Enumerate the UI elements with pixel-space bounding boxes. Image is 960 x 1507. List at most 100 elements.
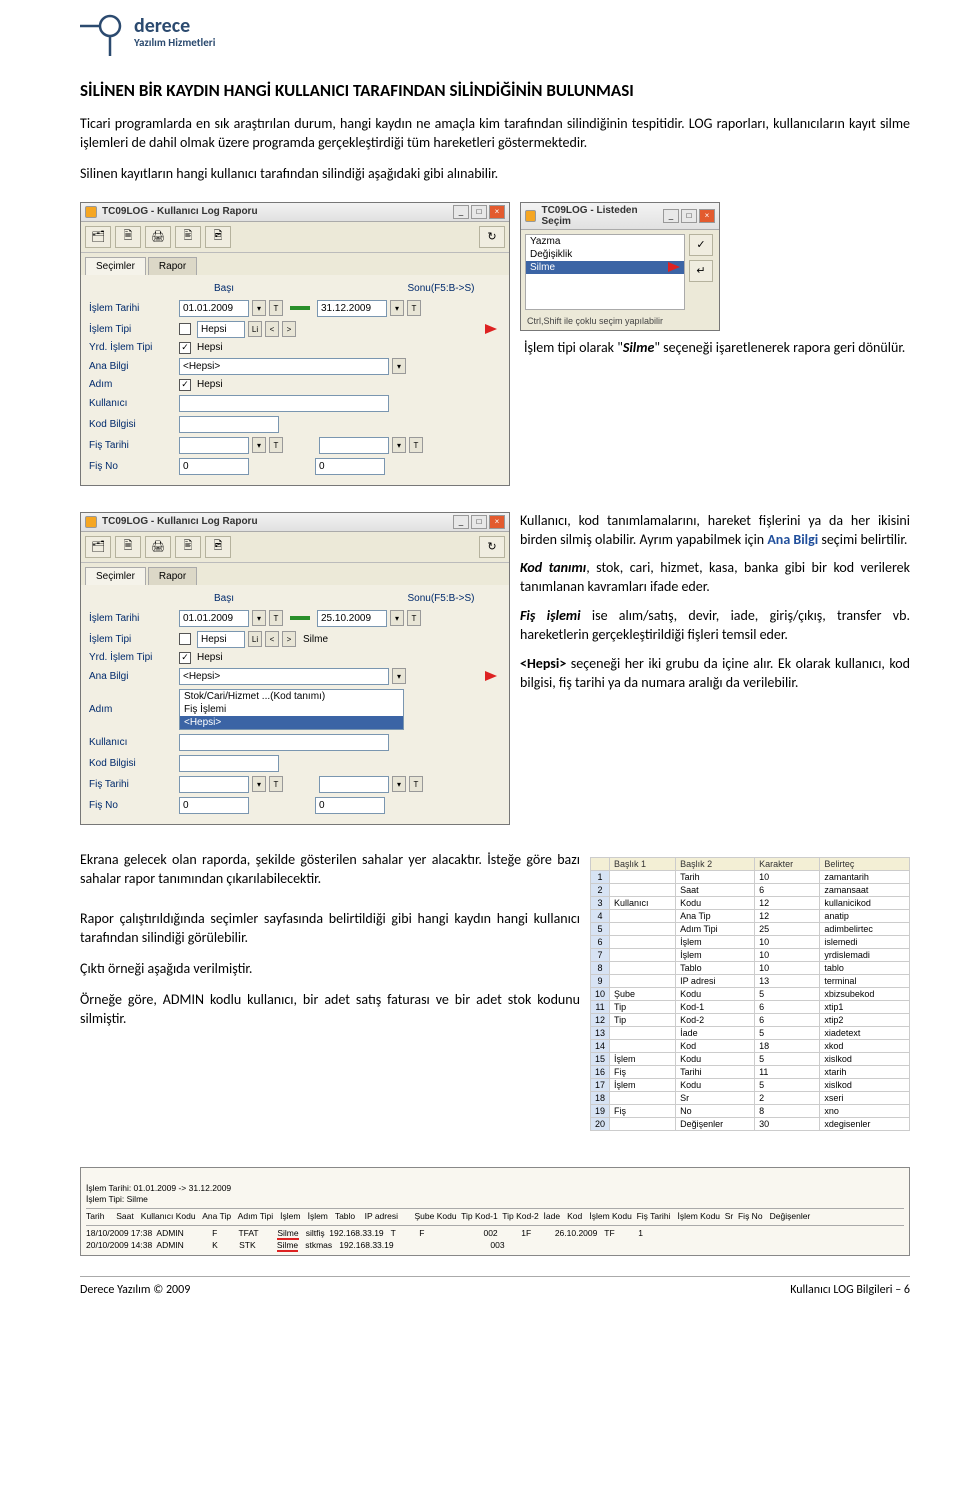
page-footer: Derece Yazılım © 2009 Kullanıcı LOG Bilg…	[80, 1276, 910, 1297]
maximize-button[interactable]: □	[681, 209, 697, 223]
chk-adim[interactable]	[179, 379, 191, 391]
dropdown-open-anabilgi[interactable]: Stok/Cari/Hizmet ...(Kod tanımı) Fiş İşl…	[179, 689, 404, 730]
page-title: SİLİNEN BİR KAYDIN HANGİ KULLANICI TARAF…	[80, 80, 910, 101]
screenshot-listeden-secim: TC09LOG - Listeden Seçim _ □ × Yazma Değ…	[520, 202, 720, 331]
para-6: Örneğe göre, ADMIN kodlu kullanıcı, bir …	[80, 991, 580, 1029]
label-adim: Adım	[89, 379, 173, 390]
brand-title: derece	[134, 15, 215, 37]
table-row: 2Saat6zamansaat	[591, 883, 910, 896]
close-button[interactable]: ×	[489, 205, 505, 219]
left-text-block: Ekrana gelecek olan raporda, şekilde gös…	[80, 851, 580, 1041]
chk-islem-tipi[interactable]	[179, 323, 191, 335]
window-title: TC09LOG - Kullanıcı Log Raporu	[102, 206, 258, 217]
toolbar-btn-4[interactable]: 🖹	[175, 226, 201, 248]
tab-rapor[interactable]: Rapor	[148, 257, 197, 275]
input-date-end[interactable]: 31.12.2009	[317, 300, 387, 317]
para-4: Rapor çalıştırıldığında seçimler sayfası…	[80, 910, 580, 948]
table-row: 18Sr2xseri	[591, 1091, 910, 1104]
hint-text: Ctrl,Shift ile çoklu seçim yapılabilir	[521, 314, 719, 330]
logo-icon	[80, 8, 128, 56]
confirm-button[interactable]: ✓	[689, 234, 713, 256]
btn-islem-tipi-nav2[interactable]: >	[282, 321, 296, 337]
footer-right: Kullanıcı LOG Bilgileri – 6	[790, 1283, 910, 1297]
table-row: 20Değişenler30xdegisenler	[591, 1117, 910, 1130]
close-button[interactable]: ×	[699, 209, 715, 223]
label-islem-tarihi: İşlem Tarihi	[89, 303, 173, 314]
minimize-button[interactable]: _	[453, 205, 469, 219]
label-ana-bilgi: Ana Bilgi	[89, 361, 173, 372]
col-header-basi: Başı	[179, 281, 269, 296]
minimize-button[interactable]: _	[663, 209, 679, 223]
para-intro-1: Ticari programlarda en sık araştırılan d…	[80, 115, 910, 153]
toolbar-btn-2[interactable]: 🗎	[115, 226, 141, 248]
input-fis-tarihi-b[interactable]	[319, 437, 389, 454]
table-row: 8Tablo10tablo	[591, 961, 910, 974]
label-islem-tipi: İşlem Tipi	[89, 324, 173, 335]
label-kod-bilgisi: Kod Bilgisi	[89, 419, 173, 430]
table-row: 7İşlem10yrdislemadi	[591, 948, 910, 961]
table-row: 1Tarih10zamantarih	[591, 870, 910, 883]
app-icon	[525, 210, 536, 222]
screenshot-log-report-2: TC09LOG - Kullanıcı Log Raporu _ □ × 🗂 🗎…	[80, 512, 510, 825]
input-date-start[interactable]: 01.01.2009	[179, 300, 249, 317]
table-header	[591, 857, 610, 870]
label-fis-tarihi: Fiş Tarihi	[89, 440, 173, 451]
date-btn-1[interactable]: ▾	[252, 300, 266, 316]
chk-yrd[interactable]	[179, 342, 191, 354]
logo-text: derece Yazılım Hizmetleri	[134, 15, 215, 49]
input-islem-tipi[interactable]: Hepsi	[197, 321, 245, 338]
para-3: Ekrana gelecek olan raporda, şekilde gös…	[80, 851, 580, 889]
report-fields-table: Başlık 1Başlık 2KarakterBelirteç 1Tarih1…	[590, 851, 910, 1141]
date-btn-3[interactable]: ▾	[390, 300, 404, 316]
toolbar-btn-5[interactable]: 🖻	[205, 226, 231, 248]
input-fisno-b[interactable]: 0	[315, 458, 385, 475]
app-icon	[85, 206, 97, 218]
label-kullanici: Kullanıcı	[89, 398, 173, 409]
toolbar-btn-1[interactable]: 🗂	[85, 226, 111, 248]
brand-subtitle: Yazılım Hizmetleri	[134, 37, 215, 49]
table-header: Başlık 2	[676, 857, 755, 870]
selection-list[interactable]: Yazma Değişiklik Silme	[525, 234, 685, 310]
table-row: 3KullanıcıKodu12kullanicikod	[591, 896, 910, 909]
input-fisno-a[interactable]: 0	[179, 458, 249, 475]
table-header: Belirteç	[820, 857, 910, 870]
label-yrd-islem-tipi: Yrd. İşlem Tipi	[89, 342, 173, 353]
maximize-button[interactable]: □	[471, 205, 487, 219]
input-kod-bilgisi[interactable]	[179, 416, 279, 433]
toolbar-btn-3[interactable]: 🖨	[145, 226, 171, 248]
table-row: 9IP adresi13terminal	[591, 974, 910, 987]
toolbar-btn-refresh[interactable]: ↻	[479, 226, 505, 248]
label-fis-no: Fiş No	[89, 461, 173, 472]
caption-1: İşlem tipi olarak "Silme" seçeneği işare…	[520, 339, 910, 358]
list-item-degisiklik[interactable]: Değişiklik	[526, 248, 684, 261]
table-row: 13İade5xiadetext	[591, 1026, 910, 1039]
log-output-sample: İşlem Tarihi: 01.01.2009 -> 31.12.2009 İ…	[80, 1167, 910, 1256]
table-header: Karakter	[755, 857, 820, 870]
return-button[interactable]: ↵	[689, 260, 713, 282]
table-row: 17İşlemKodu5xislkod	[591, 1078, 910, 1091]
btn-islem-tipi-list[interactable]: Li	[248, 321, 262, 337]
table-row: 4Ana Tip12anatip	[591, 909, 910, 922]
input-fis-tarihi-a[interactable]	[179, 437, 249, 454]
btn-islem-tipi-nav[interactable]: <	[265, 321, 279, 337]
table-row: 11TipKod-16xtip1	[591, 1000, 910, 1013]
date-btn-4[interactable]: T	[407, 300, 421, 316]
table-row: 15İşlemKodu5xislkod	[591, 1052, 910, 1065]
table-row: 12TipKod-26xtip2	[591, 1013, 910, 1026]
tab-secimler[interactable]: Seçimler	[85, 257, 146, 275]
logo-area: derece Yazılım Hizmetleri	[80, 0, 910, 60]
table-row: 5Adım Tipi25adimbelirtec	[591, 922, 910, 935]
para-intro-2: Silinen kayıtların hangi kullanıcı taraf…	[80, 165, 910, 184]
table-row: 14Kod18xkod	[591, 1039, 910, 1052]
table-row: 6İşlem10islemedi	[591, 935, 910, 948]
list-item-yazma[interactable]: Yazma	[526, 235, 684, 248]
list-item-silme[interactable]: Silme	[526, 261, 684, 274]
dropdown-ana-bilgi[interactable]: ▾	[392, 358, 406, 374]
table-row: 10ŞubeKodu5xbizsubekod	[591, 987, 910, 1000]
date-btn-2[interactable]: T	[269, 300, 283, 316]
input-kullanici[interactable]	[179, 395, 389, 412]
footer-left: Derece Yazılım © 2009	[80, 1283, 190, 1297]
col-header-sonu: Sonu(F5:B->S)	[381, 281, 501, 296]
select-ana-bilgi[interactable]: <Hepsi>	[179, 358, 389, 375]
para-5: Çıktı örneği aşağıda verilmiştir.	[80, 960, 580, 979]
